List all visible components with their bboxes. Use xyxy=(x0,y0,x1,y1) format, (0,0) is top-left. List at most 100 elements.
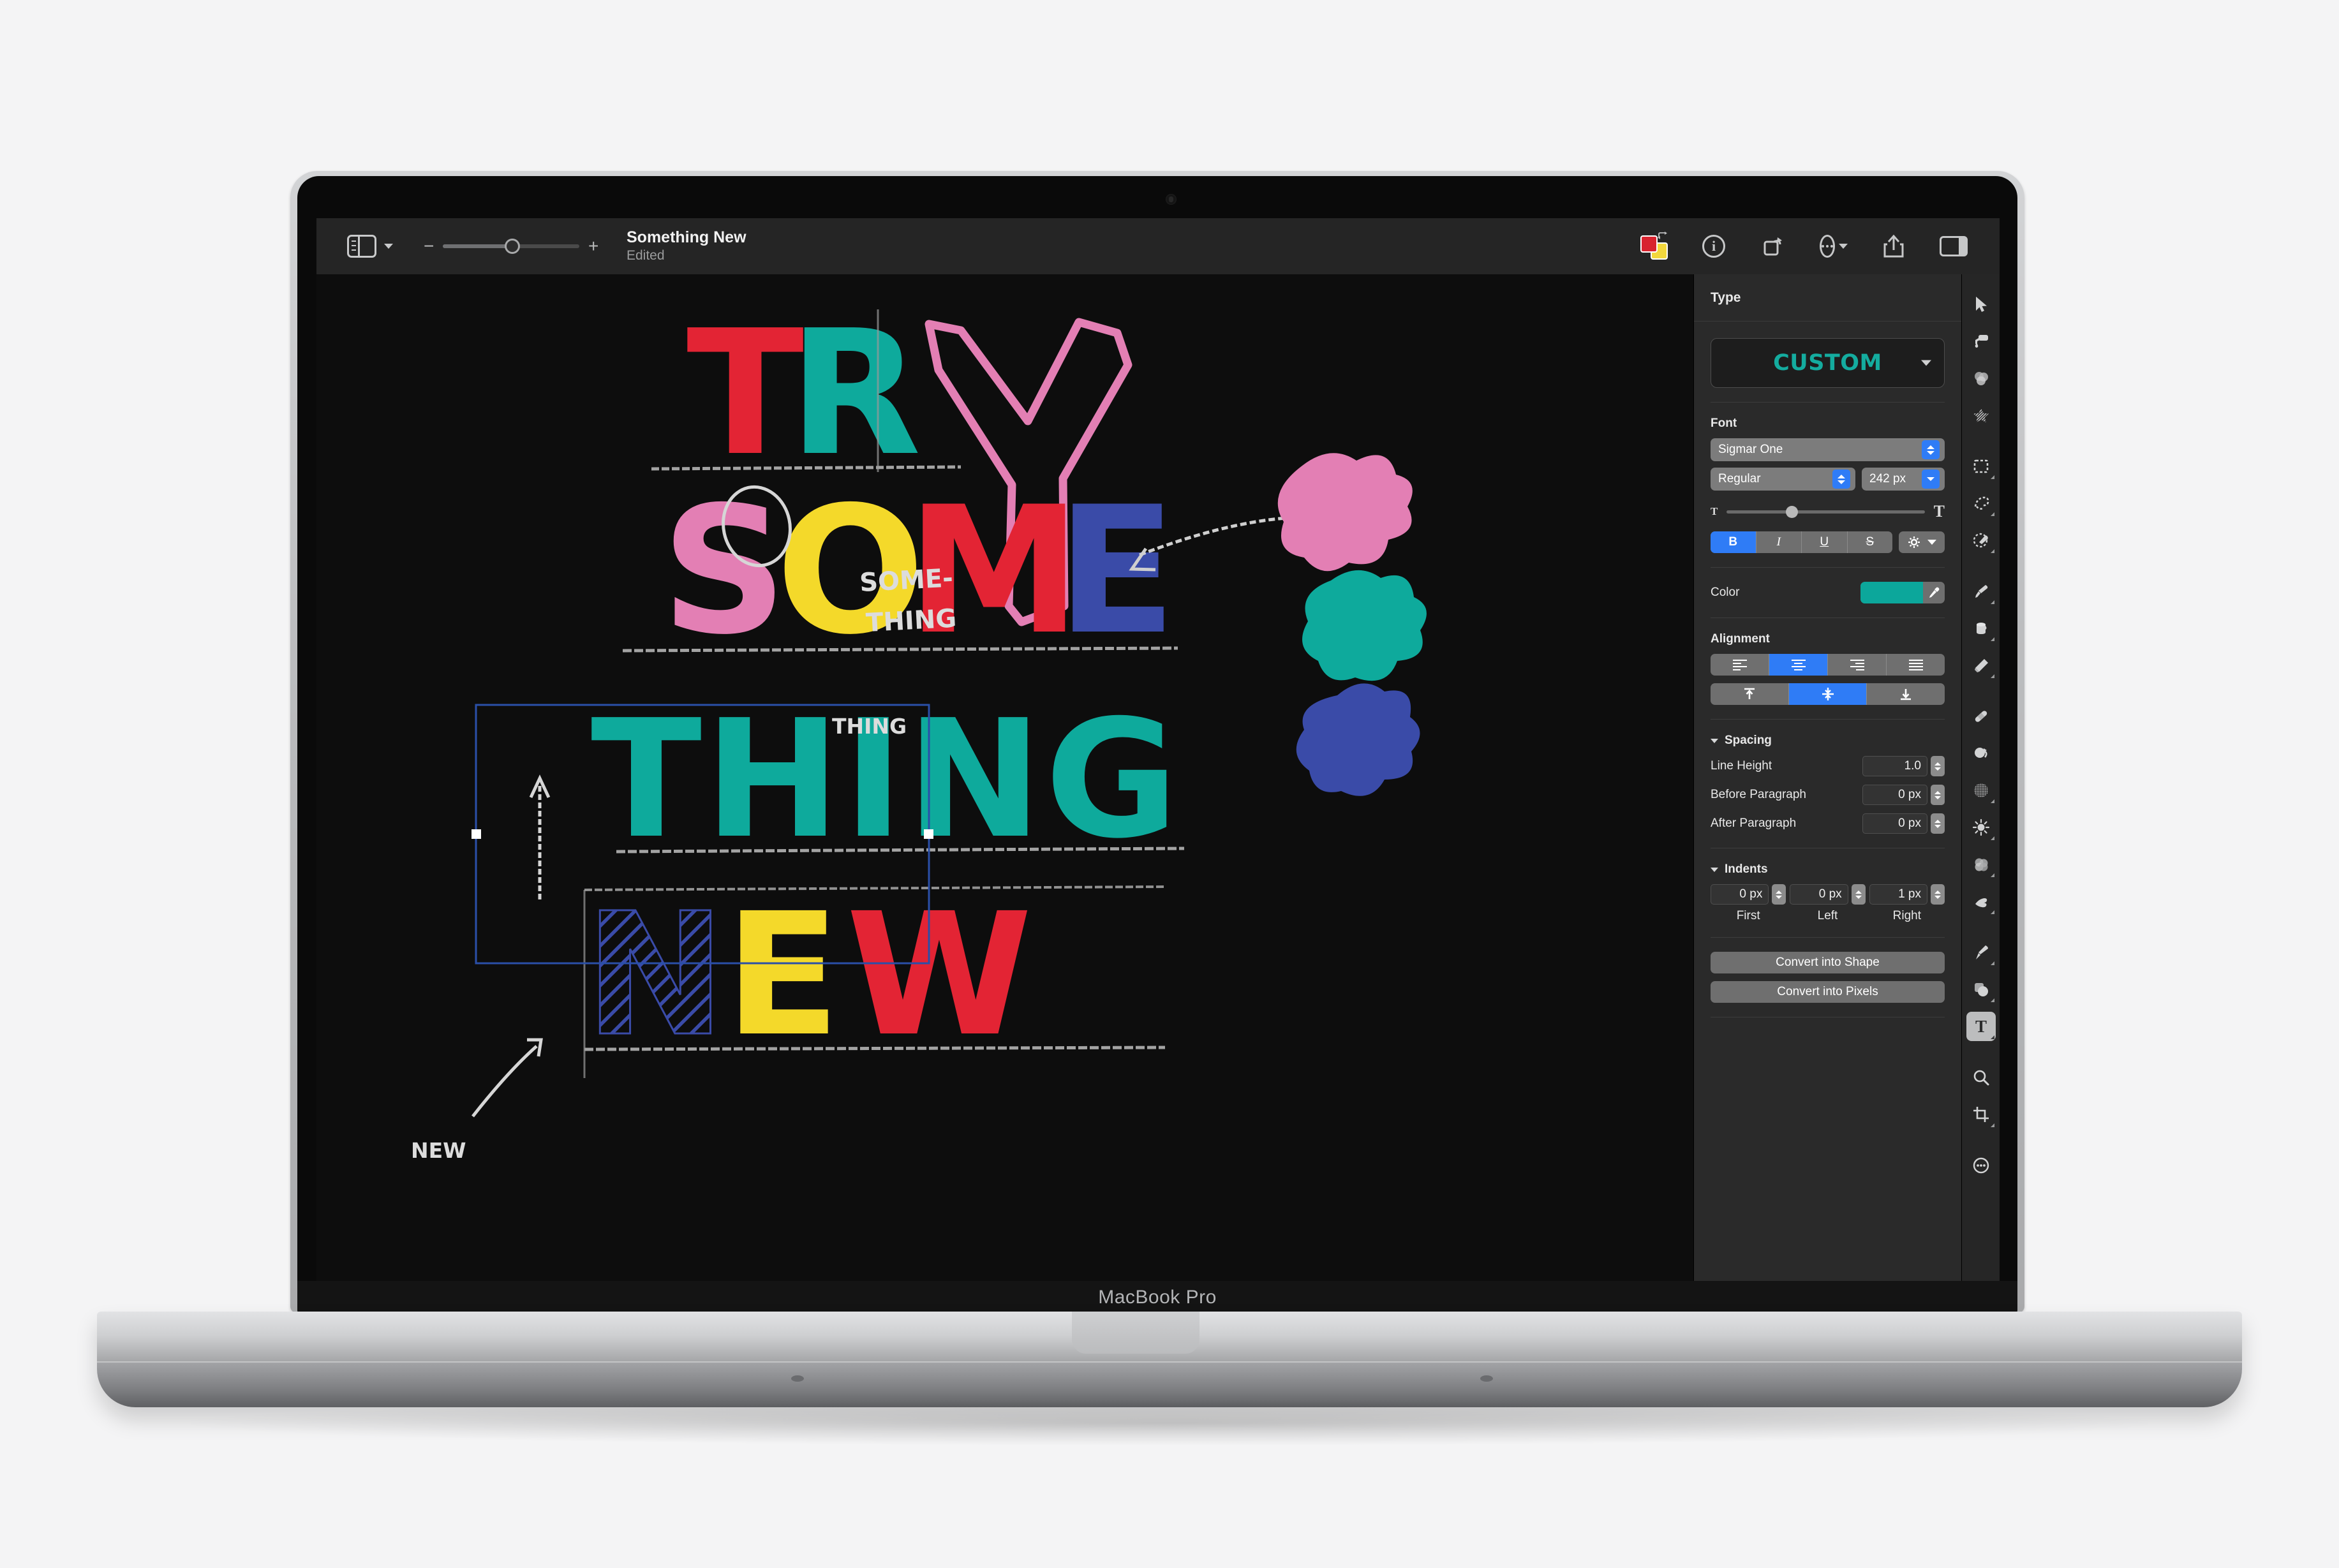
color-row: Color xyxy=(1711,582,1945,603)
paint-roller-tool[interactable] xyxy=(1966,327,1996,356)
zoom-slider-group[interactable]: − + xyxy=(424,237,598,255)
letter-R: R xyxy=(789,293,921,494)
align-top-button[interactable] xyxy=(1711,683,1789,705)
sketch-arrow-new xyxy=(472,1045,538,1118)
indents-group-header[interactable]: Indents xyxy=(1711,862,1945,876)
clone-stamp-tool[interactable] xyxy=(1966,739,1996,768)
before-paragraph-input[interactable]: 0 px xyxy=(1862,785,1927,805)
indent-right-caption: Right xyxy=(1892,909,1921,922)
horizontal-alignment-control xyxy=(1711,654,1945,676)
line-height-input[interactable]: 1.0 xyxy=(1862,756,1927,776)
color-swatches-icon[interactable] xyxy=(1640,232,1668,260)
align-justify-button[interactable] xyxy=(1887,654,1945,676)
screen: − + Something New Edited i T R S O M E T… xyxy=(316,218,2000,1281)
svg-text:T: T xyxy=(1975,1017,1986,1036)
letter-N: N xyxy=(584,877,726,1074)
font-size-slider[interactable]: T T xyxy=(1711,502,1945,521)
indent-first-stepper[interactable] xyxy=(1772,884,1786,905)
bold-button[interactable]: B xyxy=(1711,531,1756,553)
font-size-select[interactable]: 242 px xyxy=(1862,468,1945,491)
crop-tool[interactable] xyxy=(1966,1100,1996,1129)
font-size-stepper[interactable] xyxy=(1922,470,1940,489)
underline-button[interactable]: U xyxy=(1802,531,1848,553)
dodge-burn-tool[interactable] xyxy=(1966,813,1996,842)
font-style-value: Regular xyxy=(1718,472,1761,485)
artboard[interactable]: T R S O M E THING N E W SOME- THING THIN… xyxy=(316,274,1693,1281)
more-tools[interactable] xyxy=(1966,1151,1996,1180)
text-tool[interactable]: T xyxy=(1966,1012,1996,1041)
text-options-button[interactable] xyxy=(1899,531,1945,553)
share-icon[interactable] xyxy=(1880,232,1908,260)
type-preset-dropdown[interactable]: CUSTOM xyxy=(1711,338,1945,388)
convert-into-shape-button[interactable]: Convert into Shape xyxy=(1711,952,1945,973)
after-paragraph-input[interactable]: 0 px xyxy=(1862,813,1927,834)
zoom-slider-knob[interactable] xyxy=(505,239,520,254)
line-height-row: Line Height 1.0 xyxy=(1711,756,1945,776)
sidebar-toggle-icon[interactable] xyxy=(347,235,376,258)
paint-bucket-tool[interactable] xyxy=(1966,614,1996,643)
shape-tool[interactable] xyxy=(1966,975,1996,1004)
image-editor-app: − + Something New Edited i T R S O M E T… xyxy=(316,218,2000,1281)
rotate-icon[interactable] xyxy=(1760,232,1788,260)
annotation-new: NEW xyxy=(411,1138,466,1163)
info-icon[interactable]: i xyxy=(1700,232,1728,260)
healing-brush-tool[interactable] xyxy=(1966,702,1996,731)
align-right-button[interactable] xyxy=(1828,654,1887,676)
eraser-tool[interactable] xyxy=(1966,651,1996,680)
paint-brush-tool[interactable] xyxy=(1966,577,1996,606)
indent-left-input[interactable]: 0 px xyxy=(1790,884,1848,905)
after-paragraph-stepper[interactable] xyxy=(1931,813,1945,834)
type-preset-label: CUSTOM xyxy=(1773,350,1882,376)
before-paragraph-stepper[interactable] xyxy=(1931,785,1945,805)
annotation-thing-2: THING xyxy=(832,714,907,739)
italic-button[interactable]: I xyxy=(1756,531,1802,553)
move-tool[interactable] xyxy=(1966,290,1996,319)
indent-first-input[interactable]: 0 px xyxy=(1711,884,1769,905)
toggle-panel-icon[interactable] xyxy=(1940,232,1968,260)
blur-smudge-tool[interactable] xyxy=(1966,850,1996,879)
font-size-slider-knob[interactable] xyxy=(1786,505,1799,518)
indents-row: 0 px First 0 px Left 1 px Right xyxy=(1711,884,1945,923)
indent-right-stepper[interactable] xyxy=(1930,884,1945,905)
selection-brush-tool[interactable] xyxy=(1966,526,1996,555)
canvas-area[interactable]: T R S O M E THING N E W SOME- THING THIN… xyxy=(316,274,1693,1281)
laptop-hinge-notch xyxy=(1072,1312,1199,1354)
color-blobs-tool[interactable] xyxy=(1966,364,1996,393)
more-options-icon[interactable] xyxy=(1820,232,1848,260)
chevron-down-icon[interactable] xyxy=(384,244,393,249)
dither-tool[interactable] xyxy=(1966,776,1996,805)
pen-tool[interactable] xyxy=(1966,938,1996,967)
strikethrough-button[interactable]: S xyxy=(1848,531,1893,553)
line-height-stepper[interactable] xyxy=(1931,756,1945,776)
align-left-button[interactable] xyxy=(1711,654,1769,676)
chevron-down-icon[interactable] xyxy=(1921,360,1931,366)
indent-first-caption: First xyxy=(1736,909,1760,922)
zoom-slider-track[interactable] xyxy=(443,239,579,254)
freehand-selection-tool[interactable] xyxy=(1966,489,1996,518)
align-center-button[interactable] xyxy=(1769,654,1828,676)
indent-left-stepper[interactable] xyxy=(1851,884,1866,905)
font-style-stepper[interactable] xyxy=(1832,470,1850,489)
letter-E2: E xyxy=(725,877,840,1074)
zoom-in-button[interactable]: + xyxy=(588,237,598,255)
zoom-out-button[interactable]: − xyxy=(424,237,434,255)
font-family-select[interactable]: Sigmar One xyxy=(1711,438,1945,461)
annotation-some: SOME- xyxy=(859,563,954,598)
color-swatch[interactable] xyxy=(1860,582,1923,603)
align-bottom-button[interactable] xyxy=(1867,683,1945,705)
eyedropper-icon[interactable] xyxy=(1923,582,1945,603)
zoom-tool[interactable] xyxy=(1966,1063,1996,1092)
pinch-tool[interactable] xyxy=(1966,887,1996,916)
spacing-group-header[interactable]: Spacing xyxy=(1711,734,1945,748)
color-control[interactable] xyxy=(1860,582,1945,603)
align-middle-button[interactable] xyxy=(1788,683,1867,705)
font-size-slider-track[interactable] xyxy=(1726,505,1925,518)
divider xyxy=(1711,719,1945,720)
chevron-down-icon xyxy=(1711,867,1718,872)
indent-right-input[interactable]: 1 px xyxy=(1869,884,1927,905)
rectangle-marquee-tool[interactable] xyxy=(1966,452,1996,481)
font-style-select[interactable]: Regular xyxy=(1711,468,1855,491)
font-family-stepper[interactable] xyxy=(1922,440,1940,459)
convert-into-pixels-button[interactable]: Convert into Pixels xyxy=(1711,981,1945,1003)
shimmer-star-tool[interactable] xyxy=(1966,401,1996,430)
